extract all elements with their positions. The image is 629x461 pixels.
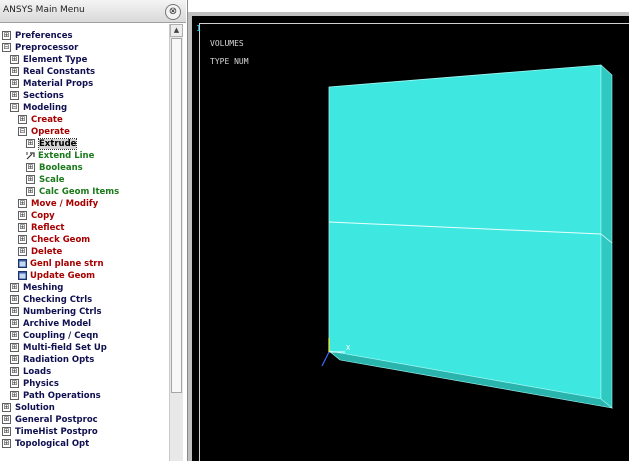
plot-label-type-num: TYPE NUM [210, 57, 249, 66]
plot-label-volumes: VOLUMES [210, 39, 244, 48]
volume-side-face [600, 64, 613, 409]
ansys-application: ANSYS Main Menu ⊗ ⊞ Preferences ⊟ Preproce… [0, 0, 629, 461]
model-view [321, 64, 614, 409]
triad-x-label: X [346, 344, 351, 352]
window-number: 1 [196, 24, 201, 33]
